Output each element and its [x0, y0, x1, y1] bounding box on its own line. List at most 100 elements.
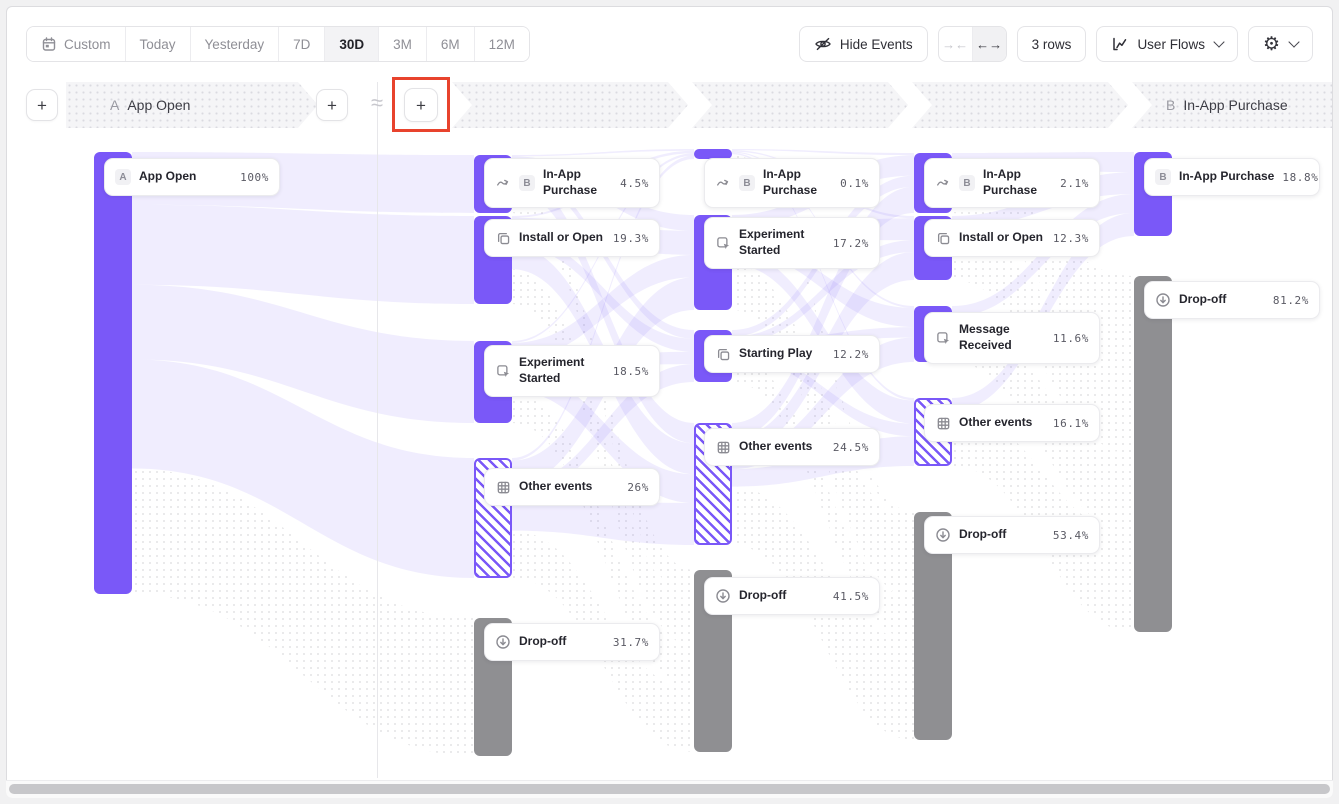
- drop-off-icon: [495, 634, 511, 650]
- node-label: Message Received: [959, 322, 1045, 353]
- grid-icon: [935, 415, 951, 431]
- drop-off-icon: [1155, 292, 1171, 308]
- node-percentage: 16.1%: [1053, 417, 1089, 430]
- node-card-in-app-purchase-step5[interactable]: BIn-App Purchase18.8%: [1144, 158, 1320, 196]
- date-tab-label: 7D: [293, 37, 310, 52]
- node-percentage: 100%: [240, 171, 269, 184]
- node-percentage: 19.3%: [613, 232, 649, 245]
- node-percentage: 41.5%: [833, 590, 869, 603]
- node-card-in-app-purchase-step2[interactable]: BIn-App Purchase4.5%: [484, 158, 660, 208]
- node-label: In-App Purchase: [983, 167, 1052, 198]
- expand-columns-button[interactable]: ←→: [972, 27, 1006, 61]
- date-tab-7d[interactable]: 7D: [279, 27, 325, 61]
- date-tab-today[interactable]: Today: [126, 27, 191, 61]
- node-bar-app-open-step1[interactable]: [94, 152, 132, 594]
- date-tab-label: Yesterday: [205, 37, 265, 52]
- event-badge-b: B: [1155, 169, 1171, 185]
- calendar-icon: [41, 36, 57, 52]
- date-tab-yesterday[interactable]: Yesterday: [191, 27, 280, 61]
- step-a-label: App Open: [127, 97, 190, 113]
- node-percentage: 17.2%: [833, 237, 869, 250]
- node-card-drop-off-step3[interactable]: Drop-off41.5%: [704, 577, 880, 615]
- node-percentage: 0.1%: [840, 177, 869, 190]
- node-card-install-or-open-step4[interactable]: Install or Open 12.3%: [924, 219, 1100, 257]
- node-card-install-or-open-step2[interactable]: Install or Open 19.3%: [484, 219, 660, 257]
- event-badge-b: B: [739, 175, 755, 191]
- rows-label: 3 rows: [1032, 37, 1072, 52]
- hide-events-button[interactable]: Hide Events: [799, 26, 928, 62]
- node-card-other-events-step4[interactable]: Other events 16.1%: [924, 404, 1100, 442]
- hide-events-label: Hide Events: [840, 37, 913, 52]
- collapsed-steps-icon: ≈: [365, 90, 389, 116]
- add-step-start-button[interactable]: +: [26, 89, 58, 121]
- settings-dropdown[interactable]: ⚙: [1248, 26, 1313, 62]
- node-card-other-events-step3[interactable]: Other events24.5%: [704, 428, 880, 466]
- overlapping-squares-icon: [715, 346, 731, 362]
- horizontal-scrollbar[interactable]: [6, 780, 1333, 798]
- expand-arrows-icon: ←→: [976, 37, 1002, 52]
- step-b-badge: B: [1166, 97, 1175, 113]
- node-card-other-events-step2[interactable]: Other events26%: [484, 468, 660, 506]
- step-header-4[interactable]: [912, 82, 1128, 128]
- node-card-starting-play-step3[interactable]: Starting Play12.2%: [704, 335, 880, 373]
- date-tab-label: 30D: [339, 37, 364, 52]
- node-label: Install or Open: [519, 230, 605, 246]
- click-target-highlight: [392, 77, 450, 132]
- rows-button[interactable]: 3 rows: [1017, 26, 1087, 62]
- node-card-drop-off-step2[interactable]: Drop-off31.7%: [484, 623, 660, 661]
- gear-icon: ⚙: [1263, 35, 1280, 54]
- date-tab-12m[interactable]: 12M: [475, 27, 529, 61]
- redirect-arrow-icon: [935, 175, 951, 191]
- cursor-click-icon: [495, 363, 511, 379]
- collapse-columns-button[interactable]: →←: [939, 27, 972, 61]
- grid-icon: [495, 479, 511, 495]
- node-percentage: 18.5%: [613, 365, 649, 378]
- node-percentage: 12.3%: [1053, 232, 1089, 245]
- node-card-message-received-step4[interactable]: Message Received11.6%: [924, 312, 1100, 364]
- dropoff-bar-drop-off-step5[interactable]: [1134, 276, 1172, 632]
- date-tab-custom[interactable]: Custom: [27, 27, 126, 61]
- chart-type-dropdown[interactable]: User Flows: [1096, 26, 1238, 62]
- date-tab-30d[interactable]: 30D: [325, 27, 379, 61]
- event-badge-a: A: [115, 169, 131, 185]
- user-flows-icon: [1111, 36, 1129, 52]
- date-tab-label: Custom: [64, 37, 111, 52]
- step-header-3[interactable]: [692, 82, 908, 128]
- step-header-b[interactable]: B In-App Purchase: [1132, 82, 1332, 128]
- node-label: Experiment Started: [519, 355, 605, 386]
- node-card-in-app-purchase-step4[interactable]: BIn-App Purchase2.1%: [924, 158, 1100, 208]
- add-step-after-a-button[interactable]: +: [316, 89, 348, 121]
- node-label: Experiment Started: [739, 227, 825, 258]
- node-card-in-app-purchase-step3[interactable]: BIn-App Purchase0.1%: [704, 158, 880, 208]
- scrollbar-thumb[interactable]: [9, 784, 1330, 794]
- node-percentage: 2.1%: [1060, 177, 1089, 190]
- step-b-label: In-App Purchase: [1183, 97, 1287, 113]
- date-tab-3m[interactable]: 3M: [379, 27, 427, 61]
- eye-off-icon: [814, 35, 832, 53]
- column-divider: [377, 82, 378, 778]
- redirect-arrow-icon: [495, 175, 511, 191]
- date-tab-6m[interactable]: 6M: [427, 27, 475, 61]
- date-tab-label: Today: [140, 37, 176, 52]
- node-label: Install or Open: [959, 230, 1045, 246]
- step-header-2[interactable]: [452, 82, 688, 128]
- redirect-arrow-icon: [715, 175, 731, 191]
- node-card-experiment-started-step3[interactable]: Experiment Started 17.2%: [704, 217, 880, 269]
- date-range-tabs: Custom Today Yesterday 7D 30D 3M6M 12M: [26, 26, 530, 62]
- overlapping-squares-icon: [935, 230, 951, 246]
- chevron-down-icon: [1213, 36, 1224, 47]
- node-label: Other events: [959, 415, 1045, 431]
- date-tab-label: 12M: [489, 37, 515, 52]
- node-label: Drop-off: [959, 527, 1045, 543]
- node-card-drop-off-step4[interactable]: Drop-off 53.4%: [924, 516, 1100, 554]
- node-label: In-App Purchase: [543, 167, 612, 198]
- collapse-arrows-icon: →←: [942, 37, 968, 52]
- event-badge-b: B: [519, 175, 535, 191]
- overlapping-squares-icon: [495, 230, 511, 246]
- node-percentage: 31.7%: [613, 636, 649, 649]
- node-percentage: 53.4%: [1053, 529, 1089, 542]
- node-card-experiment-started-step2[interactable]: Experiment Started 18.5%: [484, 345, 660, 397]
- step-header-a[interactable]: A App Open: [66, 82, 318, 128]
- node-card-drop-off-step5[interactable]: Drop-off81.2%: [1144, 281, 1320, 319]
- node-card-app-open-step1[interactable]: AApp Open100%: [104, 158, 280, 196]
